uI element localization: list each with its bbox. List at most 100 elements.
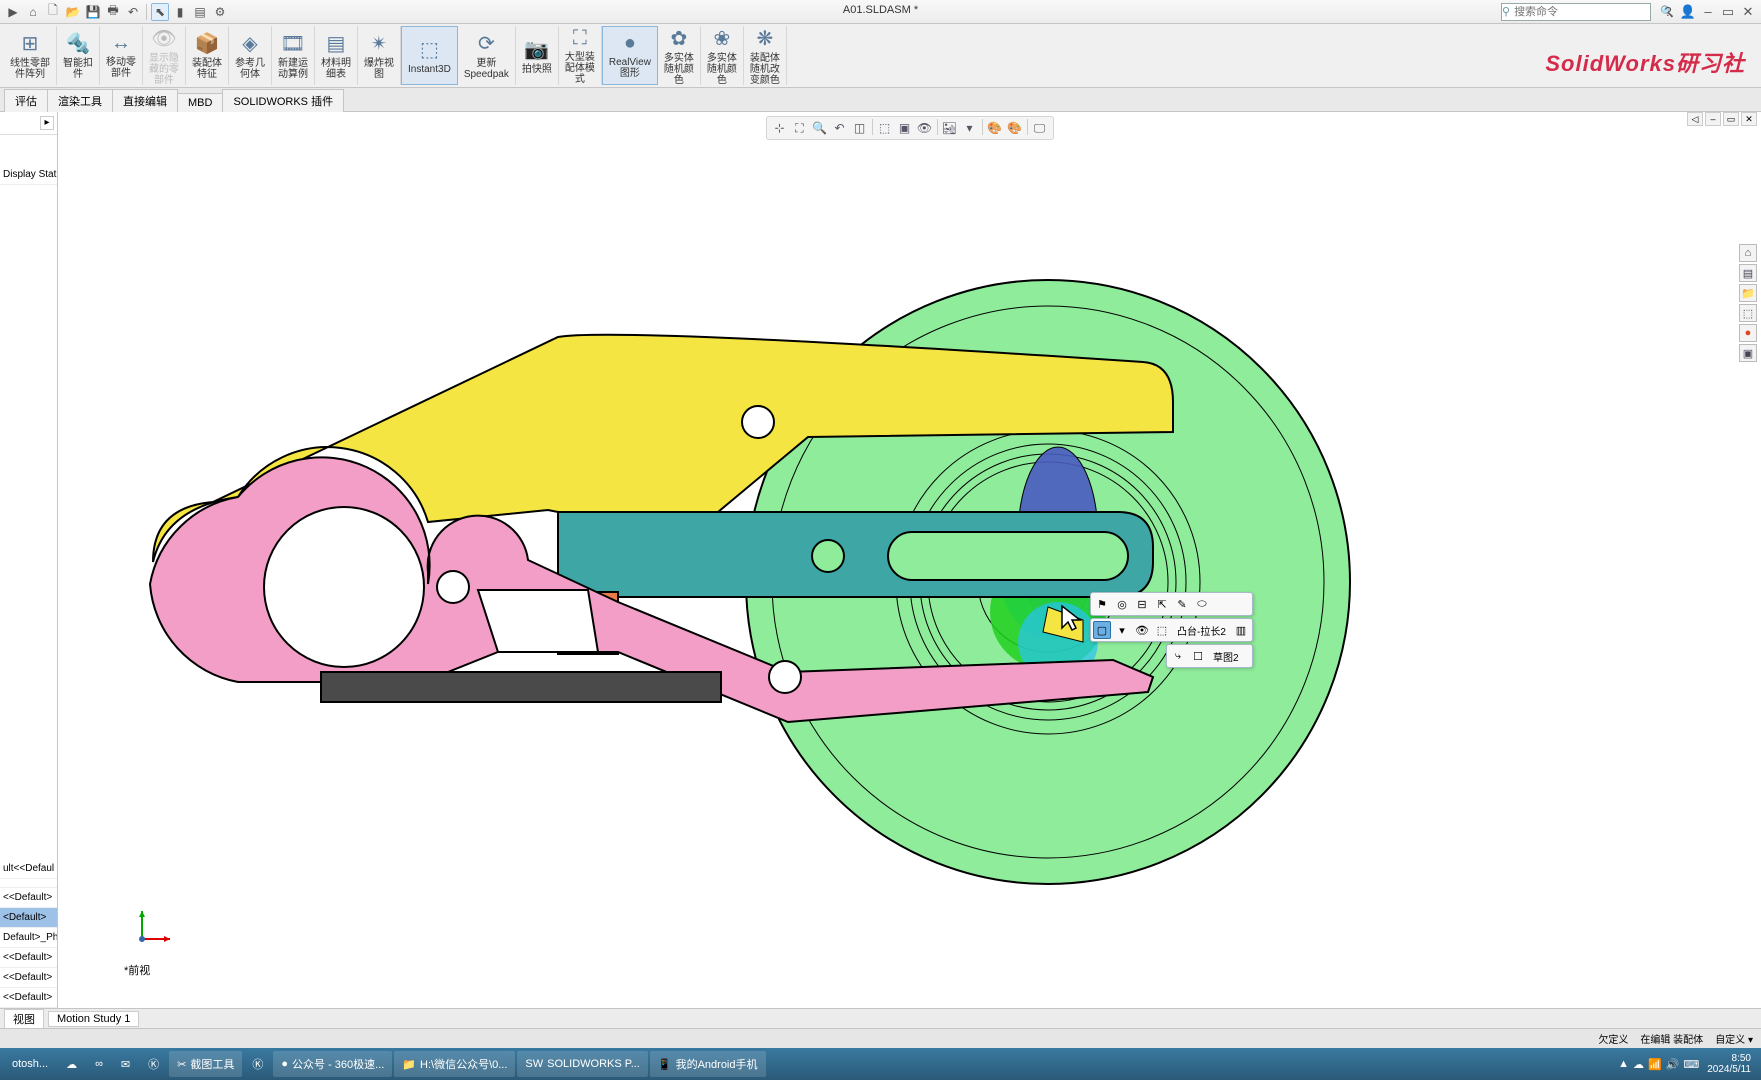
taskbar-item[interactable]: ∞ <box>87 1051 111 1077</box>
taskbar-item[interactable]: otosh... <box>4 1051 56 1077</box>
undo-icon[interactable]: ↶ <box>124 3 142 21</box>
tp-home-icon[interactable]: ⌂ <box>1739 244 1757 262</box>
tree-item[interactable] <box>0 879 57 888</box>
taskbar-item[interactable]: ✂截图工具 <box>169 1051 242 1077</box>
rebuild-icon[interactable]: ▮ <box>171 3 189 21</box>
tp-prop-icon[interactable]: ▣ <box>1739 344 1757 362</box>
tray-icon[interactable]: 📶 <box>1648 1058 1662 1071</box>
taskbar-item[interactable]: Ⓚ <box>244 1051 271 1077</box>
expand-icon[interactable]: ▶ <box>4 3 22 21</box>
tp-explorer-icon[interactable]: 📁 <box>1739 284 1757 302</box>
taskbar-item[interactable]: ✉ <box>113 1051 138 1077</box>
tp-appear-icon[interactable]: ● <box>1739 324 1757 342</box>
tree-item[interactable]: <<Default> <box>0 948 57 968</box>
tree-item[interactable]: ult<<Defaul <box>0 859 57 879</box>
ribbon-爆炸视图[interactable]: ✴爆炸视 图 <box>358 26 401 85</box>
open-icon[interactable]: 📂 <box>64 3 82 21</box>
subtab-MBD[interactable]: MBD <box>177 93 223 112</box>
taskbar-item[interactable]: ●公众号 - 360极速... <box>273 1051 392 1077</box>
ribbon-移动零部件[interactable]: ↔移动零 部件 <box>100 26 143 85</box>
help-icon[interactable]: ? <box>1659 3 1677 21</box>
save-icon[interactable]: 💾 <box>84 3 102 21</box>
subtab-评估[interactable]: 评估 <box>4 89 48 112</box>
ctx-measure-icon[interactable]: ⇱ <box>1153 595 1171 613</box>
tp-view-icon[interactable]: ⬚ <box>1739 304 1757 322</box>
ctx-sketch-icon[interactable]: ☐ <box>1189 647 1207 665</box>
graphics-viewport[interactable]: ◁ – ▭ ✕ ⊹ ⛶ 🔍 ↶ ◫ ⬚ ▣ 👁 🏜 ▾ 🎨 🎨 🖵 <box>58 112 1761 1008</box>
model-drawing <box>58 112 1388 892</box>
ctx-sketch-label[interactable]: 草图2 <box>1209 649 1243 664</box>
ribbon-拍快照[interactable]: 📷拍快照 <box>516 26 559 85</box>
ctx-dim-icon[interactable]: ⊟ <box>1133 595 1151 613</box>
expand-panel-icon[interactable]: ▸ <box>40 116 54 130</box>
gear-icon[interactable]: ⚙ <box>211 3 229 21</box>
ctx-menu-icon[interactable]: ▾ <box>1113 621 1131 639</box>
options-icon[interactable]: ▤ <box>191 3 209 21</box>
base-plate[interactable] <box>321 672 721 702</box>
subtab-渲染工具[interactable]: 渲染工具 <box>47 89 113 112</box>
tray-icon[interactable]: ☁ <box>1633 1058 1644 1071</box>
ribbon-RealView图形[interactable]: ●RealView 图形 <box>602 26 658 85</box>
ribbon-装配体特征[interactable]: 📦装配体 特征 <box>186 26 229 85</box>
ribbon-智能扣件[interactable]: 🔩智能扣 件 <box>57 26 100 85</box>
ribbon-大型装配体模式[interactable]: ⛶大型装 配体模 式 <box>559 26 602 85</box>
doc-prev-icon[interactable]: ◁ <box>1687 112 1703 126</box>
ribbon-更新Speedpak[interactable]: ⟳更新 Speedpak <box>458 26 516 85</box>
ribbon-材料明细表[interactable]: ▤材料明 细表 <box>315 26 358 85</box>
taskbar-item[interactable]: Ⓚ <box>140 1051 167 1077</box>
ctx-hide-icon[interactable]: 👁 <box>1133 621 1151 639</box>
search-box[interactable]: ⚲ 🔍 <box>1501 3 1651 21</box>
ribbon-多实体随机颜色[interactable]: ✿多实体 随机颜 色 <box>658 26 701 85</box>
doc-close-icon[interactable]: ✕ <box>1741 112 1757 126</box>
search-input[interactable] <box>1510 6 1660 18</box>
tree-item[interactable]: <<Default> <box>0 888 57 908</box>
feature-tree-panel: ▸ Display Stat ult<<Defaul<<Default><Def… <box>0 112 58 1008</box>
doc-min-icon[interactable]: – <box>1705 112 1721 126</box>
tp-lib-icon[interactable]: ▤ <box>1739 264 1757 282</box>
ctx-box-icon[interactable]: ▢ <box>1093 621 1111 639</box>
ctx-leaf-icon[interactable]: ✎ <box>1173 595 1191 613</box>
print-icon[interactable]: 🖶 <box>104 3 122 21</box>
restore-icon[interactable]: ▭ <box>1719 3 1737 21</box>
ctx-feature-label[interactable]: 凸台-拉长2 <box>1173 623 1230 638</box>
tray-icon[interactable]: ▲ <box>1618 1058 1629 1071</box>
subtab-SOLIDWORKS 插件[interactable]: SOLIDWORKS 插件 <box>222 89 344 112</box>
ctx-edit-icon[interactable]: ▥ <box>1232 621 1250 639</box>
select-icon[interactable]: ⬉ <box>151 3 169 21</box>
ribbon-Instant3D[interactable]: ⬚Instant3D <box>401 26 458 85</box>
taskbar-clock[interactable]: 8:50 2024/5/11 <box>1701 1053 1757 1075</box>
bottom-tab-Motion Study 1[interactable]: Motion Study 1 <box>48 1011 139 1027</box>
tree-item[interactable]: Default>_Ph <box>0 928 57 948</box>
ctx-circle-icon[interactable]: ◎ <box>1113 595 1131 613</box>
ctx-feat-icon[interactable]: ⬚ <box>1153 621 1171 639</box>
ribbon-装配体随机改变颜色[interactable]: ❋装配体 随机改 变颜色 <box>744 26 787 85</box>
taskbar-item-label: 截图工具 <box>190 1056 234 1072</box>
tray-icon[interactable]: ⌨ <box>1683 1058 1699 1071</box>
taskbar-item[interactable]: 📁H:\微信公众号\0... <box>394 1051 515 1077</box>
minimize-icon[interactable]: – <box>1699 3 1717 21</box>
ribbon-线性零部件阵列[interactable]: ⊞线性零部 件阵列 <box>4 26 57 85</box>
taskbar-item[interactable]: SWSOLIDWORKS P... <box>517 1051 647 1077</box>
ctx-slot-icon[interactable]: ⬭ <box>1193 595 1211 613</box>
bottom-tab-视图[interactable]: 视图 <box>4 1009 44 1029</box>
ribbon-显示隐藏的零部件[interactable]: 👁显示隐 藏的零 部件 <box>143 26 186 85</box>
home-icon[interactable]: ⌂ <box>24 3 42 21</box>
user-icon[interactable]: 👤 <box>1679 3 1697 21</box>
tree-item[interactable]: <<Default> <box>0 968 57 988</box>
tree-item[interactable]: <Default> <box>0 908 57 928</box>
subtab-直接编辑[interactable]: 直接编辑 <box>112 89 178 112</box>
close-icon[interactable]: ✕ <box>1739 3 1757 21</box>
ribbon-label: 更新 Speedpak <box>464 58 509 80</box>
tray-icon[interactable]: 🔊 <box>1666 1058 1680 1071</box>
ribbon-参考几何体[interactable]: ◈参考几 何体 <box>229 26 272 85</box>
taskbar-item[interactable]: 📱我的Android手机 <box>650 1051 766 1077</box>
tree-item[interactable]: <<Default> <box>0 988 57 1008</box>
new-icon[interactable]: 🗋 <box>44 3 62 21</box>
ribbon-多实体随机颜色[interactable]: ❀多实体 随机颜 色 <box>701 26 744 85</box>
ctx-tree-icon[interactable]: ⤷ <box>1169 647 1187 665</box>
ctx-flag-icon[interactable]: ⚑ <box>1093 595 1111 613</box>
doc-max-icon[interactable]: ▭ <box>1723 112 1739 126</box>
ribbon-新建运动算例[interactable]: 🎞新建运 动算例 <box>272 26 315 85</box>
taskbar-item[interactable]: ☁ <box>58 1051 85 1077</box>
teal-bar[interactable] <box>558 512 1153 597</box>
